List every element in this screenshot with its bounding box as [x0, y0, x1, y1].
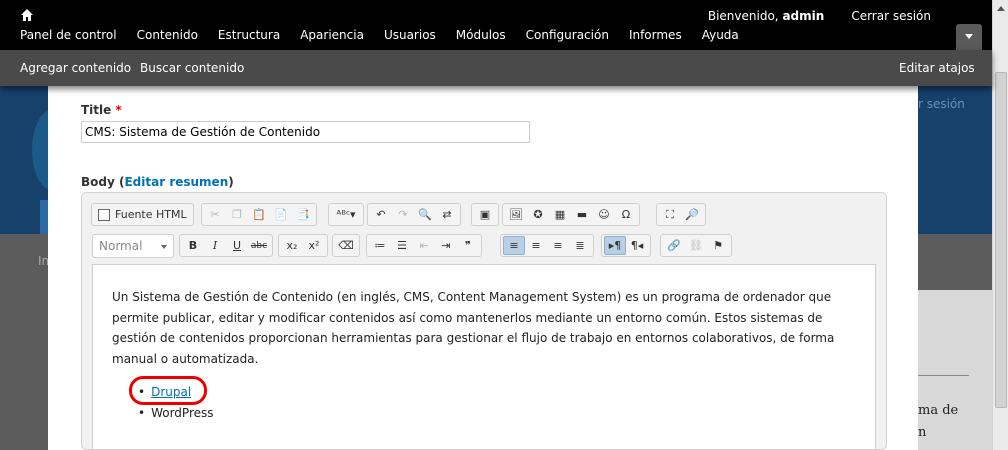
edit-shortcuts-link[interactable]: Editar atajos	[899, 61, 975, 75]
special-char-icon[interactable]: Ω	[615, 205, 637, 224]
format-select[interactable]: Normal	[92, 234, 174, 258]
anchor-flag-icon[interactable]: ⚑	[707, 236, 729, 255]
toolbar-group-links: 🔗 ⛓ ⚑	[660, 234, 732, 257]
menu-content[interactable]: Contenido	[137, 28, 198, 42]
toolbar-group-script: x₂ x²	[278, 234, 328, 257]
chevron-down-icon	[965, 34, 973, 39]
ltr-icon[interactable]: ▸¶	[604, 236, 626, 255]
toolbar-group-spell: ᴬᴮᶜ▾	[328, 203, 364, 226]
menu-appearance[interactable]: Apariencia	[300, 28, 364, 42]
list-item[interactable]: WordPress	[138, 403, 213, 424]
title-label: Title *	[81, 103, 122, 117]
align-right-icon[interactable]: ≡	[547, 236, 569, 255]
shortcuts-bar: Agregar contenido Buscar contenido Edita…	[0, 50, 992, 86]
bulleted-list-icon[interactable]: ☰	[391, 236, 413, 255]
toolbar-group-source: Fuente HTML	[91, 203, 194, 226]
rtl-icon[interactable]: ¶◂	[626, 236, 648, 255]
numbered-list-icon[interactable]: ≔	[369, 236, 391, 255]
replace-icon[interactable]: ⇄	[436, 205, 458, 224]
menu-users[interactable]: Usuarios	[384, 28, 436, 42]
username[interactable]: admin	[782, 9, 824, 23]
link-icon[interactable]: 🔗	[663, 236, 685, 255]
scroll-up-arrow-icon[interactable]	[997, 6, 1005, 11]
paste-word-icon[interactable]: 📑	[292, 205, 314, 224]
paste-text-icon[interactable]: 📄	[270, 205, 292, 224]
indent-icon[interactable]: ⇥	[435, 236, 457, 255]
underline-icon[interactable]: U	[226, 236, 248, 255]
chevron-down-icon	[161, 245, 167, 249]
toolbar-menu: Panel de control Contenido Estructura Ap…	[20, 28, 759, 42]
table-icon[interactable]: ▦	[549, 205, 571, 224]
toolbar-group-lists: ≔ ☰ ⇤ ⇥ ❞	[366, 234, 482, 257]
toolbar-group-edit: ↶ ↷ 🔍 ⇄	[367, 203, 461, 226]
bold-icon[interactable]: B	[182, 236, 204, 255]
subscript-icon[interactable]: x₂	[281, 236, 303, 255]
align-center-icon[interactable]: ≡	[525, 236, 547, 255]
logout-link[interactable]: Cerrar sesión	[851, 9, 931, 23]
smiley-icon[interactable]: ☺	[593, 205, 615, 224]
welcome-text: Bienvenido, admin	[707, 9, 825, 23]
undo-icon[interactable]: ↶	[370, 205, 392, 224]
edit-summary-link[interactable]: Editar resumen	[124, 175, 228, 189]
outdent-icon[interactable]: ⇤	[413, 236, 435, 255]
find-icon[interactable]: 🔍	[414, 205, 436, 224]
home-icon[interactable]	[20, 8, 34, 22]
toolbar-group-view: ⛶ 🔎	[656, 203, 706, 226]
toolbar-group-clipboard: ✂ ❐ 📋 📄 📑	[201, 203, 317, 226]
body-label: Body (Editar resumen)	[81, 175, 234, 189]
show-blocks-icon[interactable]: 🔎	[681, 205, 703, 224]
blockquote-icon[interactable]: ❞	[457, 236, 479, 255]
background-sidebar-text: ma de n	[918, 403, 959, 440]
toolbar-user: Bienvenido, admin Cerrar sesión	[708, 9, 931, 23]
horizontal-rule-icon[interactable]: ▬	[571, 205, 593, 224]
source-html-button[interactable]: Fuente HTML	[94, 205, 191, 224]
image-icon[interactable]: 🖼	[505, 205, 527, 224]
toolbar-group-insert: 🖼 ✪ ▦ ▬ ☺ Ω	[502, 203, 640, 226]
remove-format-icon[interactable]: ⌫	[335, 236, 357, 255]
scroll-thumb[interactable]	[995, 72, 1007, 408]
toolbar-group-basic: B I U abc	[179, 234, 273, 257]
paste-icon[interactable]: 📋	[248, 205, 270, 224]
menu-reports[interactable]: Informes	[629, 28, 682, 42]
menu-structure[interactable]: Estructura	[218, 28, 280, 42]
strikethrough-icon[interactable]: abc	[248, 236, 270, 255]
admin-toolbar: Panel de control Contenido Estructura Ap…	[0, 0, 992, 50]
menu-help[interactable]: Ayuda	[702, 28, 739, 42]
shortcut-add-content[interactable]: Agregar contenido	[20, 61, 131, 75]
shortcut-find-content[interactable]: Buscar contenido	[140, 61, 244, 75]
toolbar-group-select: ▣	[471, 203, 499, 226]
align-justify-icon[interactable]: ≣	[569, 236, 591, 255]
cut-icon[interactable]: ✂	[204, 205, 226, 224]
select-all-icon[interactable]: ▣	[474, 205, 496, 224]
copy-icon[interactable]: ❐	[226, 205, 248, 224]
menu-modules[interactable]: Módulos	[456, 28, 506, 42]
red-highlight-circle	[129, 376, 207, 405]
toolbar-group-direction: ▸¶ ¶◂	[601, 234, 651, 257]
background-logout-link: r sesión	[918, 97, 965, 111]
spellcheck-icon[interactable]: ᴬᴮᶜ▾	[331, 205, 361, 224]
menu-dashboard[interactable]: Panel de control	[20, 28, 117, 42]
italic-icon[interactable]: I	[204, 236, 226, 255]
flash-icon[interactable]: ✪	[527, 205, 549, 224]
title-input[interactable]	[81, 121, 530, 143]
menu-configuration[interactable]: Configuración	[526, 28, 609, 42]
align-left-icon[interactable]: ≡	[503, 236, 525, 255]
superscript-icon[interactable]: x²	[303, 236, 325, 255]
unlink-icon[interactable]: ⛓	[685, 236, 707, 255]
page-scrollbar[interactable]	[992, 0, 1008, 450]
editor-paragraph[interactable]: Un Sistema de Gestión de Contenido (en i…	[112, 287, 864, 369]
redo-icon[interactable]: ↷	[392, 205, 414, 224]
toolbar-toggle-button[interactable]	[956, 24, 982, 50]
toolbar-group-clear: ⌫	[332, 234, 360, 257]
maximize-icon[interactable]: ⛶	[659, 205, 681, 224]
toolbar-group-align: ≡ ≡ ≡ ≣	[500, 234, 594, 257]
source-icon	[98, 208, 110, 221]
